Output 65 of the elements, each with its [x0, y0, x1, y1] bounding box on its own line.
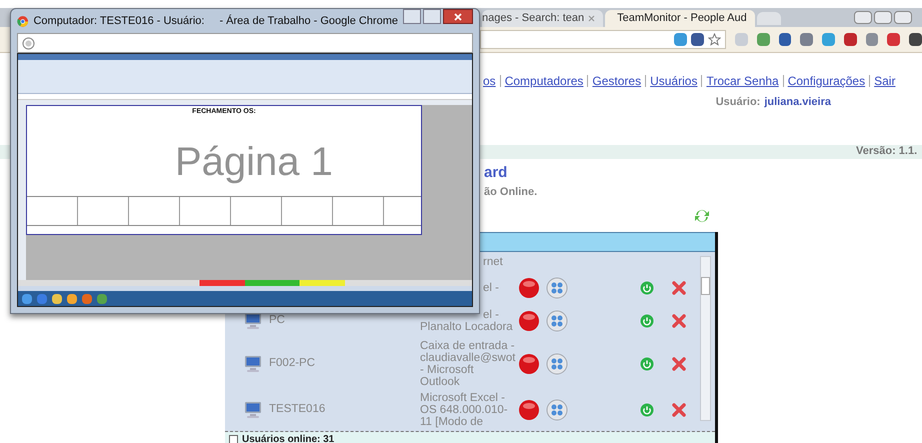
- view-screen-icon[interactable]: [546, 276, 568, 299]
- delete-icon[interactable]: [672, 314, 686, 328]
- user-name: juliana.vieira: [764, 95, 831, 110]
- page-heading: ard: [484, 164, 508, 182]
- nav-link[interactable]: Computadores: [504, 74, 584, 88]
- monitor-icon: [244, 400, 262, 419]
- page-break-label: Página 1: [175, 140, 333, 184]
- browser-tab[interactable]: TeamMonitor - People Aud: [605, 10, 756, 27]
- refresh-icon[interactable]: [694, 208, 710, 224]
- address-field[interactable]: [480, 30, 726, 49]
- view-screen-icon[interactable]: [546, 352, 568, 375]
- nav-link[interactable]: Gestores: [592, 74, 642, 88]
- view-screen-icon[interactable]: [546, 310, 568, 332]
- nav-link[interactable]: Configurações: [788, 74, 866, 88]
- nav-link[interactable]: Sair: [874, 74, 896, 88]
- nav-link[interactable]: Usuários: [650, 74, 698, 88]
- view-screen-icon[interactable]: [546, 398, 568, 421]
- window-title-line: Planalto Locadora: [420, 320, 514, 333]
- page-subtitle: ão Online.: [484, 184, 538, 200]
- computer-name: TESTE016: [269, 403, 326, 416]
- close-button[interactable]: [443, 9, 473, 24]
- browser-tab[interactable]: nages - Search: tean: [482, 10, 604, 27]
- tab-title: TeamMonitor - People Aud: [617, 11, 747, 26]
- collapse-icon[interactable]: [229, 435, 238, 443]
- scroll-thumb[interactable]: [701, 276, 710, 295]
- window-title: - Área de Trabalho - Google Chrome: [219, 14, 398, 29]
- status-dot-icon[interactable]: [518, 276, 540, 299]
- maximize-button[interactable]: [423, 9, 441, 24]
- window-title-line: Outlook: [420, 376, 461, 388]
- computer-name: PC: [269, 314, 285, 326]
- power-icon[interactable]: [640, 402, 654, 417]
- version-text: Versão: 1.1.: [856, 144, 918, 160]
- delete-icon[interactable]: [672, 402, 686, 417]
- status-dot-icon[interactable]: [518, 398, 540, 421]
- computer-name: F002-PC: [269, 357, 316, 370]
- close-icon: [454, 12, 462, 20]
- power-icon[interactable]: [640, 280, 654, 295]
- window-title-line: Caixa de entrada -: [420, 340, 516, 352]
- online-users-count: Usuários online: 31: [242, 433, 334, 443]
- minimize-button[interactable]: [403, 9, 421, 24]
- window-title-line: Microsoft Excel -: [420, 392, 506, 404]
- scrollbar[interactable]: [700, 256, 711, 421]
- monitor-icon: [244, 354, 262, 373]
- window-title-line: OS 648.000.010-: [420, 404, 509, 416]
- status-dot-icon[interactable]: [518, 310, 540, 332]
- nav-link[interactable]: Trocar Senha: [706, 74, 779, 88]
- minimize-button[interactable]: [854, 11, 872, 24]
- delete-icon[interactable]: [672, 356, 686, 371]
- window-title-line: el -: [482, 282, 500, 294]
- maximize-button[interactable]: [874, 11, 892, 24]
- nav-link[interactable]: os: [483, 74, 496, 88]
- tab-title: nages - Search: tean: [482, 11, 584, 26]
- delete-icon[interactable]: [672, 280, 686, 295]
- window-title-line: rnet: [482, 256, 504, 268]
- power-icon[interactable]: [640, 356, 654, 371]
- window-title-line: claudiavalle@swot: [420, 352, 516, 364]
- window-title: Computador: TESTE016 - Usuário:: [33, 14, 204, 29]
- window-title-line: - Microsoft: [420, 364, 475, 376]
- window-title-line: 11 [Modo de: [420, 416, 484, 428]
- star-icon[interactable]: [708, 33, 721, 46]
- power-icon[interactable]: [640, 314, 654, 328]
- user-label: Usuário:: [716, 95, 760, 110]
- close-icon[interactable]: [588, 15, 596, 22]
- status-dot-icon[interactable]: [518, 352, 540, 375]
- window-title-line: el -: [482, 308, 500, 321]
